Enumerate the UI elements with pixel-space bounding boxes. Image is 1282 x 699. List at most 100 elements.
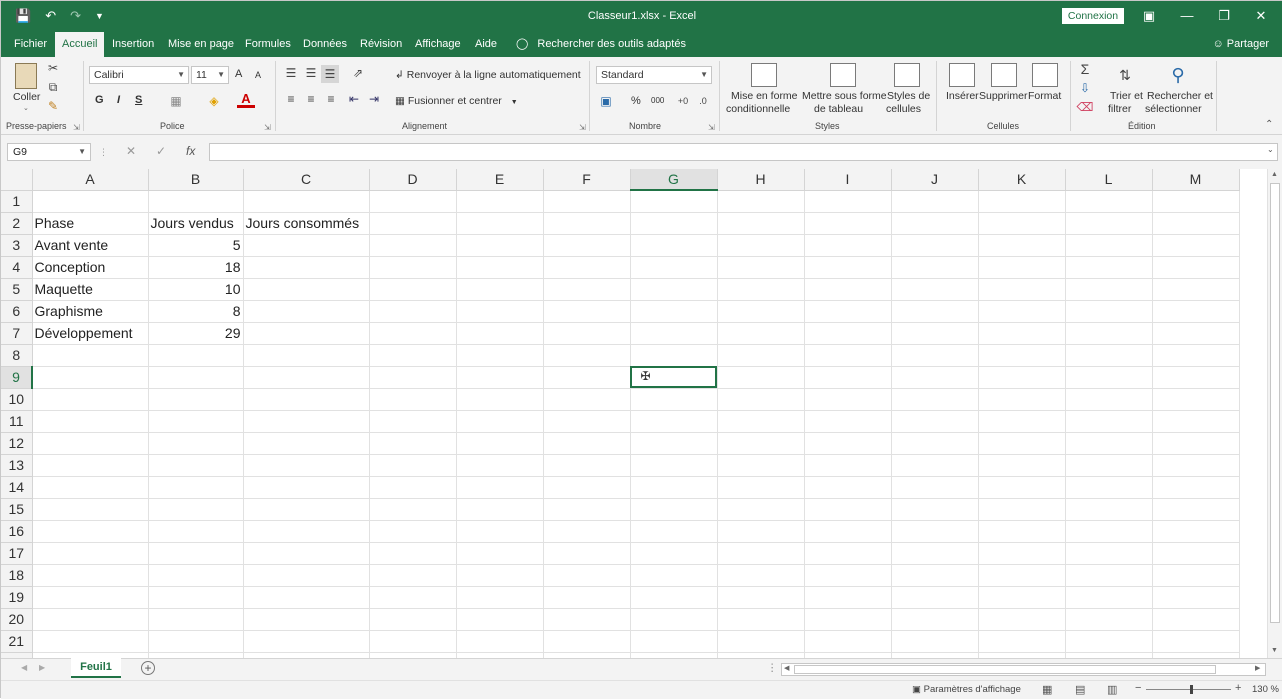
resize-handle-icon[interactable]: ⋮: [99, 147, 108, 158]
cell-h21[interactable]: [717, 630, 805, 653]
column-header[interactable]: A: [32, 169, 149, 191]
alignment-launcher-icon[interactable]: ⇲: [579, 123, 586, 132]
cell-i6[interactable]: [804, 300, 892, 323]
align-top-icon[interactable]: ☰: [283, 65, 299, 81]
cell-m17[interactable]: [1152, 542, 1240, 565]
cell-i5[interactable]: [804, 278, 892, 301]
cell-g18[interactable]: [630, 564, 718, 587]
cell-l16[interactable]: [1065, 520, 1153, 543]
cell-h10[interactable]: [717, 388, 805, 411]
cell-j6[interactable]: [891, 300, 979, 323]
row-header[interactable]: 11: [1, 410, 33, 433]
cell-c15[interactable]: [243, 498, 370, 521]
cell-i17[interactable]: [804, 542, 892, 565]
conditional-formatting-label-2[interactable]: conditionnelle: [726, 103, 790, 115]
cell-b21[interactable]: [148, 630, 244, 653]
cell-d1[interactable]: [369, 190, 457, 213]
prev-sheet-icon[interactable]: ◀: [21, 663, 27, 672]
cell-m19[interactable]: [1152, 586, 1240, 609]
cell-g14[interactable]: [630, 476, 718, 499]
row-header[interactable]: 20: [1, 608, 33, 631]
display-settings-button[interactable]: ▣ Paramètres d'affichage: [912, 684, 1021, 695]
row-header[interactable]: 2: [1, 212, 33, 235]
worksheet-grid[interactable]: A B C D E F G H I J K L M 1 2 Phase Jours v…: [1, 169, 1267, 658]
cell-a5[interactable]: Maquette: [32, 278, 149, 301]
cell-g15[interactable]: [630, 498, 718, 521]
cell-k6[interactable]: [978, 300, 1066, 323]
cell-f17[interactable]: [543, 542, 631, 565]
cell-j10[interactable]: [891, 388, 979, 411]
cell-f12[interactable]: [543, 432, 631, 455]
cell-g13[interactable]: [630, 454, 718, 477]
cell-e1[interactable]: [456, 190, 544, 213]
cell-h19[interactable]: [717, 586, 805, 609]
row-header[interactable]: 5: [1, 278, 33, 301]
cell-m9[interactable]: [1152, 366, 1240, 389]
cell-c9[interactable]: [243, 366, 370, 389]
horizontal-scrollbar[interactable]: ◀ ▶: [781, 663, 1266, 676]
cell-m7[interactable]: [1152, 322, 1240, 345]
cell-l7[interactable]: [1065, 322, 1153, 345]
cell-l9[interactable]: [1065, 366, 1153, 389]
cell-i20[interactable]: [804, 608, 892, 631]
cell-a2[interactable]: Phase: [32, 212, 149, 235]
cell-j19[interactable]: [891, 586, 979, 609]
cell-c13[interactable]: [243, 454, 370, 477]
cell-k8[interactable]: [978, 344, 1066, 367]
cell-d10[interactable]: [369, 388, 457, 411]
ribbon-display-icon[interactable]: ▣: [1139, 6, 1159, 26]
cell-i3[interactable]: [804, 234, 892, 257]
insert-cells-icon[interactable]: [949, 63, 975, 87]
row-header[interactable]: 18: [1, 564, 33, 587]
cell-e2[interactable]: [456, 212, 544, 235]
tab-split-icon[interactable]: ⋮: [767, 662, 778, 674]
cell-k5[interactable]: [978, 278, 1066, 301]
cell-m15[interactable]: [1152, 498, 1240, 521]
shrink-font-button[interactable]: A: [255, 70, 261, 80]
font-color-icon[interactable]: A: [237, 91, 255, 108]
cell-i7[interactable]: [804, 322, 892, 345]
column-header[interactable]: M: [1152, 169, 1240, 191]
format-painter-icon[interactable]: ✎: [46, 99, 60, 113]
cell-e12[interactable]: [456, 432, 544, 455]
cell-i2[interactable]: [804, 212, 892, 235]
zoom-in-icon[interactable]: +: [1235, 682, 1241, 694]
cell-l1[interactable]: [1065, 190, 1153, 213]
close-icon[interactable]: ✕: [1251, 6, 1271, 26]
cell-c14[interactable]: [243, 476, 370, 499]
row-header[interactable]: 3: [1, 234, 33, 257]
column-header[interactable]: B: [148, 169, 244, 191]
cell-g7[interactable]: [630, 322, 718, 345]
cell-d13[interactable]: [369, 454, 457, 477]
cell-e10[interactable]: [456, 388, 544, 411]
cell-h2[interactable]: [717, 212, 805, 235]
cell-f21[interactable]: [543, 630, 631, 653]
next-sheet-icon[interactable]: ▶: [39, 663, 45, 672]
cell-e14[interactable]: [456, 476, 544, 499]
cell-m13[interactable]: [1152, 454, 1240, 477]
cell-c4[interactable]: [243, 256, 370, 279]
vertical-scrollbar[interactable]: ▲ ▼: [1267, 169, 1282, 658]
row-header[interactable]: 10: [1, 388, 33, 411]
conditional-formatting-icon[interactable]: [751, 63, 777, 87]
scroll-thumb[interactable]: [1270, 183, 1280, 623]
row-header[interactable]: 14: [1, 476, 33, 499]
delete-cells-icon[interactable]: [991, 63, 1017, 87]
row-header[interactable]: 4: [1, 256, 33, 279]
cell-a11[interactable]: [32, 410, 149, 433]
cell-c19[interactable]: [243, 586, 370, 609]
cell-l17[interactable]: [1065, 542, 1153, 565]
cell-a15[interactable]: [32, 498, 149, 521]
row-header[interactable]: 13: [1, 454, 33, 477]
cell-j4[interactable]: [891, 256, 979, 279]
cell-m18[interactable]: [1152, 564, 1240, 587]
cell-b17[interactable]: [148, 542, 244, 565]
row-header[interactable]: 6: [1, 300, 33, 323]
cell-l4[interactable]: [1065, 256, 1153, 279]
cell-f18[interactable]: [543, 564, 631, 587]
cell-a17[interactable]: [32, 542, 149, 565]
cell-j3[interactable]: [891, 234, 979, 257]
column-header[interactable]: E: [456, 169, 544, 191]
delete-cells-button[interactable]: Supprimer: [979, 90, 1027, 102]
cell-d3[interactable]: [369, 234, 457, 257]
